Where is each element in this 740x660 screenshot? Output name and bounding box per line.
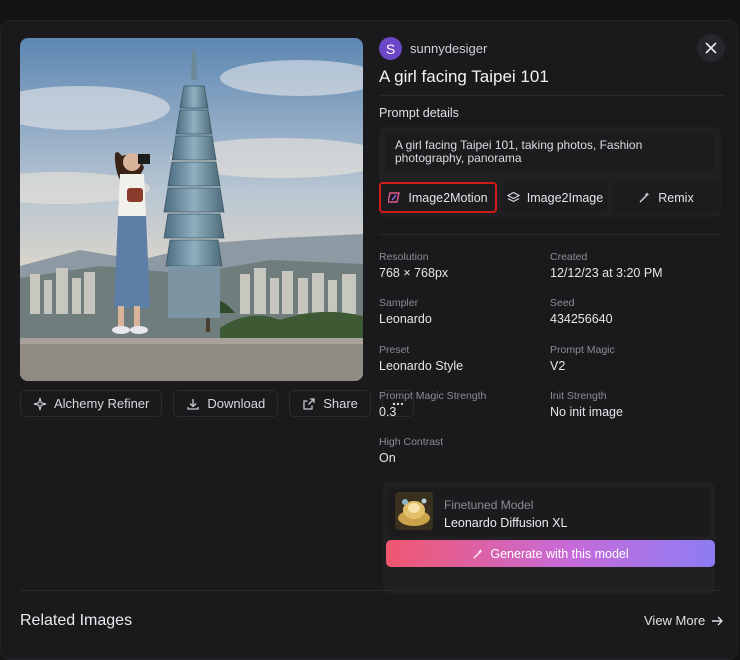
share-label: Share: [323, 396, 358, 411]
meta-value: 0.3: [379, 405, 397, 419]
meta-created: Created 12/12/23 at 3:20 PM: [550, 251, 663, 280]
meta-value: Leonardo: [379, 312, 432, 326]
meta-value: No init image: [550, 405, 623, 419]
image2image-label: Image2Image: [526, 190, 604, 205]
share-icon: [303, 397, 315, 410]
arrow-right-icon: [712, 616, 724, 625]
model-thumbnail-illustration: [395, 492, 433, 530]
username[interactable]: sunnydesiger: [410, 41, 487, 56]
remix-button[interactable]: Remix: [613, 182, 719, 213]
prompt-actions: Image2Motion Image2Image Remix: [379, 182, 719, 213]
meta-value: 434256640: [550, 312, 613, 326]
meta-label: High Contrast: [379, 436, 444, 448]
meta-preset: Preset Leonardo Style: [379, 344, 463, 373]
download-icon: [187, 398, 200, 410]
meta-label: Prompt Magic Strength: [379, 390, 487, 402]
layers-icon: [506, 191, 520, 203]
author[interactable]: S sunnydesiger: [379, 37, 487, 60]
share-button[interactable]: Share: [289, 390, 371, 417]
view-more-label: View More: [644, 613, 706, 628]
meta-seed: Seed 434256640: [550, 297, 613, 326]
meta-value: V2: [550, 359, 566, 373]
close-button[interactable]: [697, 34, 725, 62]
prompt-text: A girl facing Taipei 101, taking photos,…: [386, 133, 714, 171]
divider: [379, 234, 721, 235]
finetuned-model-label: Finetuned Model: [444, 498, 534, 512]
image2motion-label: Image2Motion: [408, 190, 488, 205]
related-images-heading: Related Images: [20, 612, 133, 629]
finetuned-model-card: Finetuned Model Leonardo Diffusion XL Ge…: [383, 482, 715, 594]
generate-with-model-button[interactable]: Generate with this model: [386, 540, 715, 567]
generated-image[interactable]: [20, 38, 363, 381]
model-name: Leonardo Diffusion XL: [444, 516, 568, 530]
meta-label: Prompt Magic: [550, 344, 615, 356]
model-thumbnail: [395, 492, 433, 530]
close-icon: [705, 42, 717, 54]
meta-value: Leonardo Style: [379, 359, 464, 373]
image-detail-modal: Alchemy Refiner Download Share S sunnyde…: [0, 20, 738, 660]
generate-label: Generate with this model: [490, 546, 629, 561]
meta-prompt-magic-strength: Prompt Magic Strength 0.3: [379, 390, 486, 419]
taipei-photo-illustration: [20, 38, 363, 381]
meta-value: 12/12/23 at 3:20 PM: [550, 266, 663, 280]
meta-sampler: Sampler Leonardo: [379, 297, 432, 326]
remix-label: Remix: [658, 190, 694, 205]
meta-label: Sampler: [379, 297, 419, 309]
prompt-details-label: Prompt details: [379, 106, 459, 120]
avatar: S: [379, 37, 402, 60]
meta-high-contrast: High Contrast On: [379, 436, 443, 465]
magic-wand-icon: [639, 192, 650, 203]
image2motion-button[interactable]: Image2Motion: [379, 182, 497, 213]
motion-icon: [388, 192, 401, 203]
meta-label: Seed: [550, 297, 575, 309]
prompt-details-box: A girl facing Taipei 101, taking photos,…: [379, 127, 721, 217]
image-title: A girl facing Taipei 101: [379, 67, 549, 86]
meta-label: Preset: [379, 344, 410, 356]
meta-label: Resolution: [379, 251, 429, 263]
magic-wand-icon: [473, 548, 483, 559]
model-info[interactable]: Finetuned Model Leonardo Diffusion XL: [388, 487, 710, 537]
divider: [20, 590, 722, 591]
image2image-button[interactable]: Image2Image: [503, 182, 607, 213]
alchemy-refiner-button[interactable]: Alchemy Refiner: [20, 390, 163, 417]
meta-prompt-magic: Prompt Magic V2: [550, 344, 615, 373]
divider: [379, 95, 725, 96]
meta-value: 768 × 768px: [379, 266, 449, 280]
image-actions-bar: Alchemy Refiner Download Share: [20, 390, 414, 417]
meta-init-strength: Init Strength No init image: [550, 390, 623, 419]
meta-resolution: Resolution 768 × 768px: [379, 251, 448, 280]
download-button[interactable]: Download: [173, 390, 279, 417]
view-more-link[interactable]: View More: [644, 613, 724, 628]
meta-value: On: [379, 451, 396, 465]
download-label: Download: [207, 396, 266, 411]
meta-label: Created: [550, 251, 588, 263]
meta-label: Init Strength: [550, 390, 607, 402]
sparkle-icon: [33, 397, 47, 410]
alchemy-refiner-label: Alchemy Refiner: [54, 396, 150, 411]
